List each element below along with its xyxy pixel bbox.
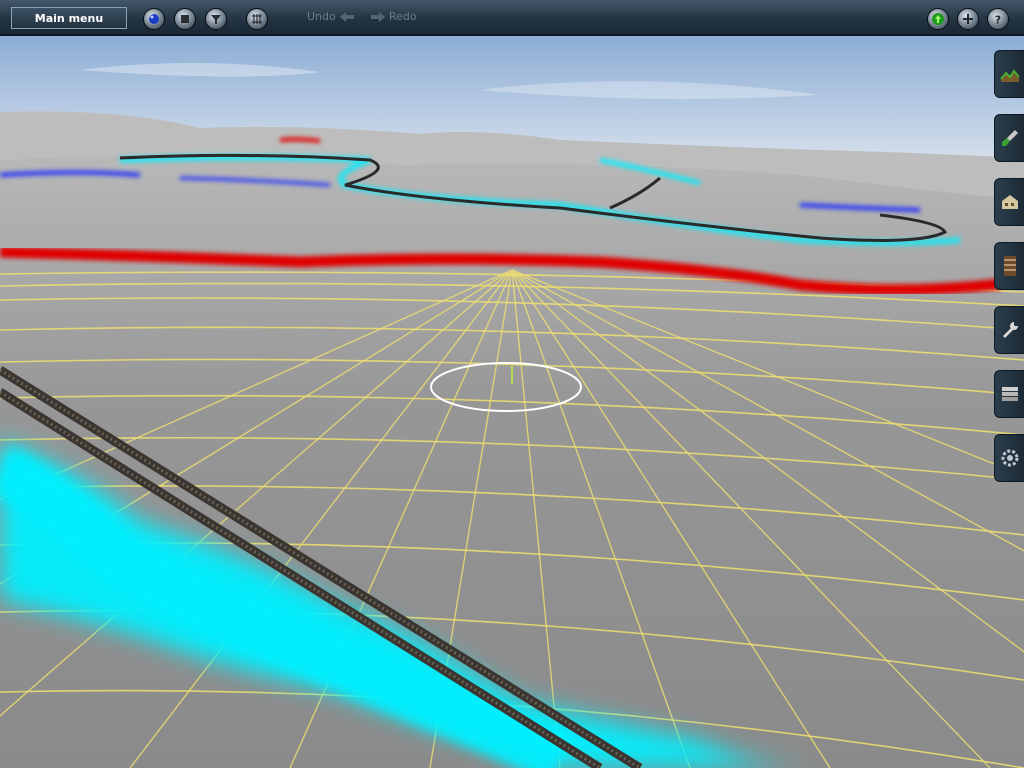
sidebar-tab-topology[interactable] [994,50,1024,98]
question-icon: ? [995,14,1001,26]
status-button[interactable] [927,8,949,30]
main-menu-button[interactable]: Main menu [11,7,127,29]
redo-label: Redo [389,10,417,23]
track-icon [999,255,1021,277]
wrench-icon [999,319,1021,341]
sidebar-tab-layers[interactable] [994,370,1024,418]
funnel-icon [211,15,221,24]
paint-height-tool-button[interactable] [143,8,165,30]
add-button[interactable] [957,8,979,30]
green-light-icon [932,13,944,25]
blue-sphere-icon [149,14,159,24]
arrow-left-icon [339,11,354,22]
redo-button[interactable]: Redo [371,10,417,23]
grid-tool-button[interactable] [246,8,268,30]
terrain-icon [999,63,1021,85]
paint-brush-icon [999,127,1021,149]
sidebar-tab-paint[interactable] [994,114,1024,162]
top-toolbar: Main menu Undo Redo ? [0,0,1024,36]
sidebar-tab-track[interactable] [994,242,1024,290]
stop-square-icon [181,15,189,23]
svg-text:?: ? [995,14,1001,26]
sidebar-tab-objects[interactable] [994,178,1024,226]
undo-label: Undo [307,10,336,23]
house-icon [999,191,1021,213]
filter-tool-button[interactable] [205,8,227,30]
gear-icon [999,447,1021,469]
terrain-viewport[interactable] [0,0,1024,768]
plus-icon [963,14,973,24]
arrow-right-icon [371,11,385,22]
undo-button[interactable]: Undo [307,10,354,23]
sidebar-tab-tools[interactable] [994,306,1024,354]
layers-icon [999,383,1021,405]
help-button[interactable]: ? [987,8,1009,30]
sidebar-tab-settings[interactable] [994,434,1024,482]
stop-tool-button[interactable] [174,8,196,30]
grid-icon [252,14,262,24]
